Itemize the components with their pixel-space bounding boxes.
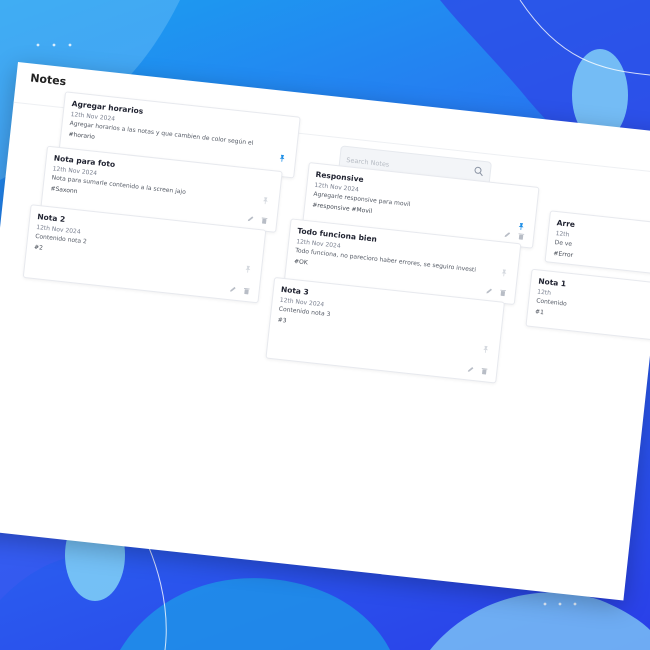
- note-card[interactable]: Nota 1 12th Contenido #1: [525, 268, 650, 342]
- note-content: Todo funciona, no parecioro haber errore…: [294, 247, 477, 274]
- page-title: Notes: [29, 71, 67, 89]
- trash-icon[interactable]: [480, 367, 489, 376]
- pin-icon[interactable]: [278, 154, 287, 163]
- search-icon[interactable]: [473, 166, 484, 177]
- note-tag: #responsive #Movil: [311, 201, 373, 216]
- edit-icon[interactable]: [466, 365, 475, 374]
- note-date: 12th: [555, 230, 570, 239]
- note-card[interactable]: Arre 12th De ve #Error: [544, 210, 650, 278]
- notes-app-window: Notes Agregar horarios 12th Nov 2024 Agr…: [0, 62, 650, 601]
- trash-icon[interactable]: [517, 232, 526, 241]
- note-title: Nota 1: [537, 276, 567, 289]
- pin-icon[interactable]: [500, 268, 509, 277]
- note-title: Nota 2: [36, 212, 66, 224]
- note-content: De ve: [554, 239, 573, 248]
- edit-icon[interactable]: [246, 215, 255, 224]
- pin-icon[interactable]: [261, 196, 270, 205]
- pin-icon[interactable]: [244, 265, 253, 274]
- note-content: Contenido: [535, 297, 568, 308]
- note-tag: #Error: [553, 249, 574, 260]
- note-actions: [466, 365, 489, 375]
- note-actions: [246, 215, 269, 225]
- note-date: 12th: [536, 288, 552, 297]
- trash-icon[interactable]: [260, 216, 269, 225]
- note-tag: #Saxonn: [50, 185, 78, 196]
- note-tag: #1: [534, 308, 545, 317]
- pin-icon[interactable]: [481, 345, 490, 354]
- note-tag: #2: [33, 243, 44, 252]
- note-title: Arre: [556, 218, 576, 230]
- note-actions: [228, 285, 251, 295]
- edit-icon[interactable]: [228, 285, 237, 294]
- note-title: Nota 3: [280, 284, 310, 297]
- note-actions: [485, 287, 508, 297]
- pin-icon[interactable]: [517, 222, 526, 231]
- trash-icon[interactable]: [242, 287, 251, 296]
- note-tag: #horario: [68, 130, 96, 141]
- note-tag: #OK: [293, 258, 309, 267]
- edit-icon[interactable]: [485, 287, 494, 296]
- note-content: Agregar horarios a las notas y que cambi…: [69, 119, 254, 147]
- edit-icon[interactable]: [503, 230, 512, 239]
- note-actions: [503, 230, 526, 240]
- note-tag: #3: [277, 316, 287, 325]
- trash-icon[interactable]: [499, 288, 508, 297]
